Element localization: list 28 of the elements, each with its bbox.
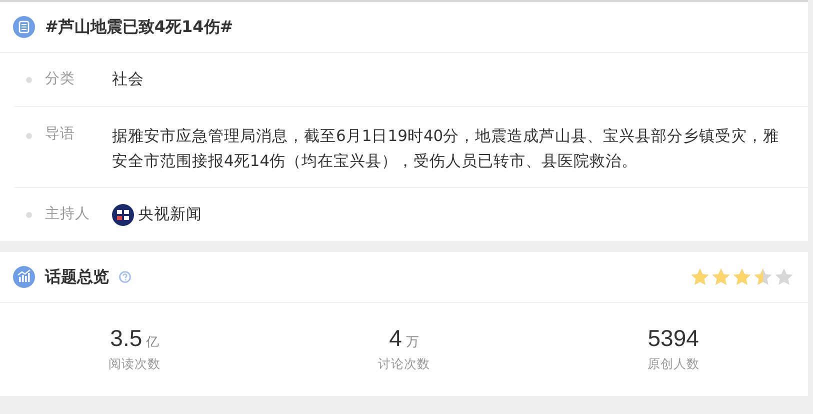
stat-unit: 万 [406, 334, 419, 352]
field-label: 分类 [45, 70, 76, 89]
bullet-icon [26, 133, 32, 139]
star-icon [732, 267, 752, 287]
stat-label: 原创人数 [646, 355, 700, 373]
stat-value: 5394 [648, 325, 699, 351]
star-icon [711, 267, 731, 287]
avatar-icon [112, 204, 134, 226]
stat-value: 3.5 [110, 325, 142, 351]
stat-label: 阅读次数 [108, 355, 162, 373]
field-label: 导语 [45, 125, 76, 144]
stat-label: 讨论次数 [376, 355, 431, 373]
star-icon [753, 267, 773, 287]
chart-icon [13, 266, 35, 288]
stat-unit: 亿 [146, 334, 160, 352]
document-icon [13, 16, 35, 38]
bullet-icon [26, 212, 32, 218]
host-name[interactable]: 央视新闻 [138, 202, 202, 227]
bullet-icon [26, 76, 32, 82]
stat-value: 4 [389, 325, 402, 351]
topic-title: #芦山地震已致4死14伤# [45, 16, 234, 38]
field-label: 主持人 [45, 204, 91, 224]
star-icon [690, 267, 710, 287]
overview-title: 话题总览 [45, 266, 109, 288]
star-icon [774, 267, 794, 287]
field-value: 社会 [112, 69, 144, 90]
field-value: 据雅安市应急管理局消息，截至6月1日19时40分，地震造成芦山县、宝兴县部分乡镇受灾，雅安全市范围接报4死14伤（均在宝兴县），受伤人员已转市、县医院救治。 [112, 126, 780, 172]
help-icon[interactable] [119, 271, 131, 283]
